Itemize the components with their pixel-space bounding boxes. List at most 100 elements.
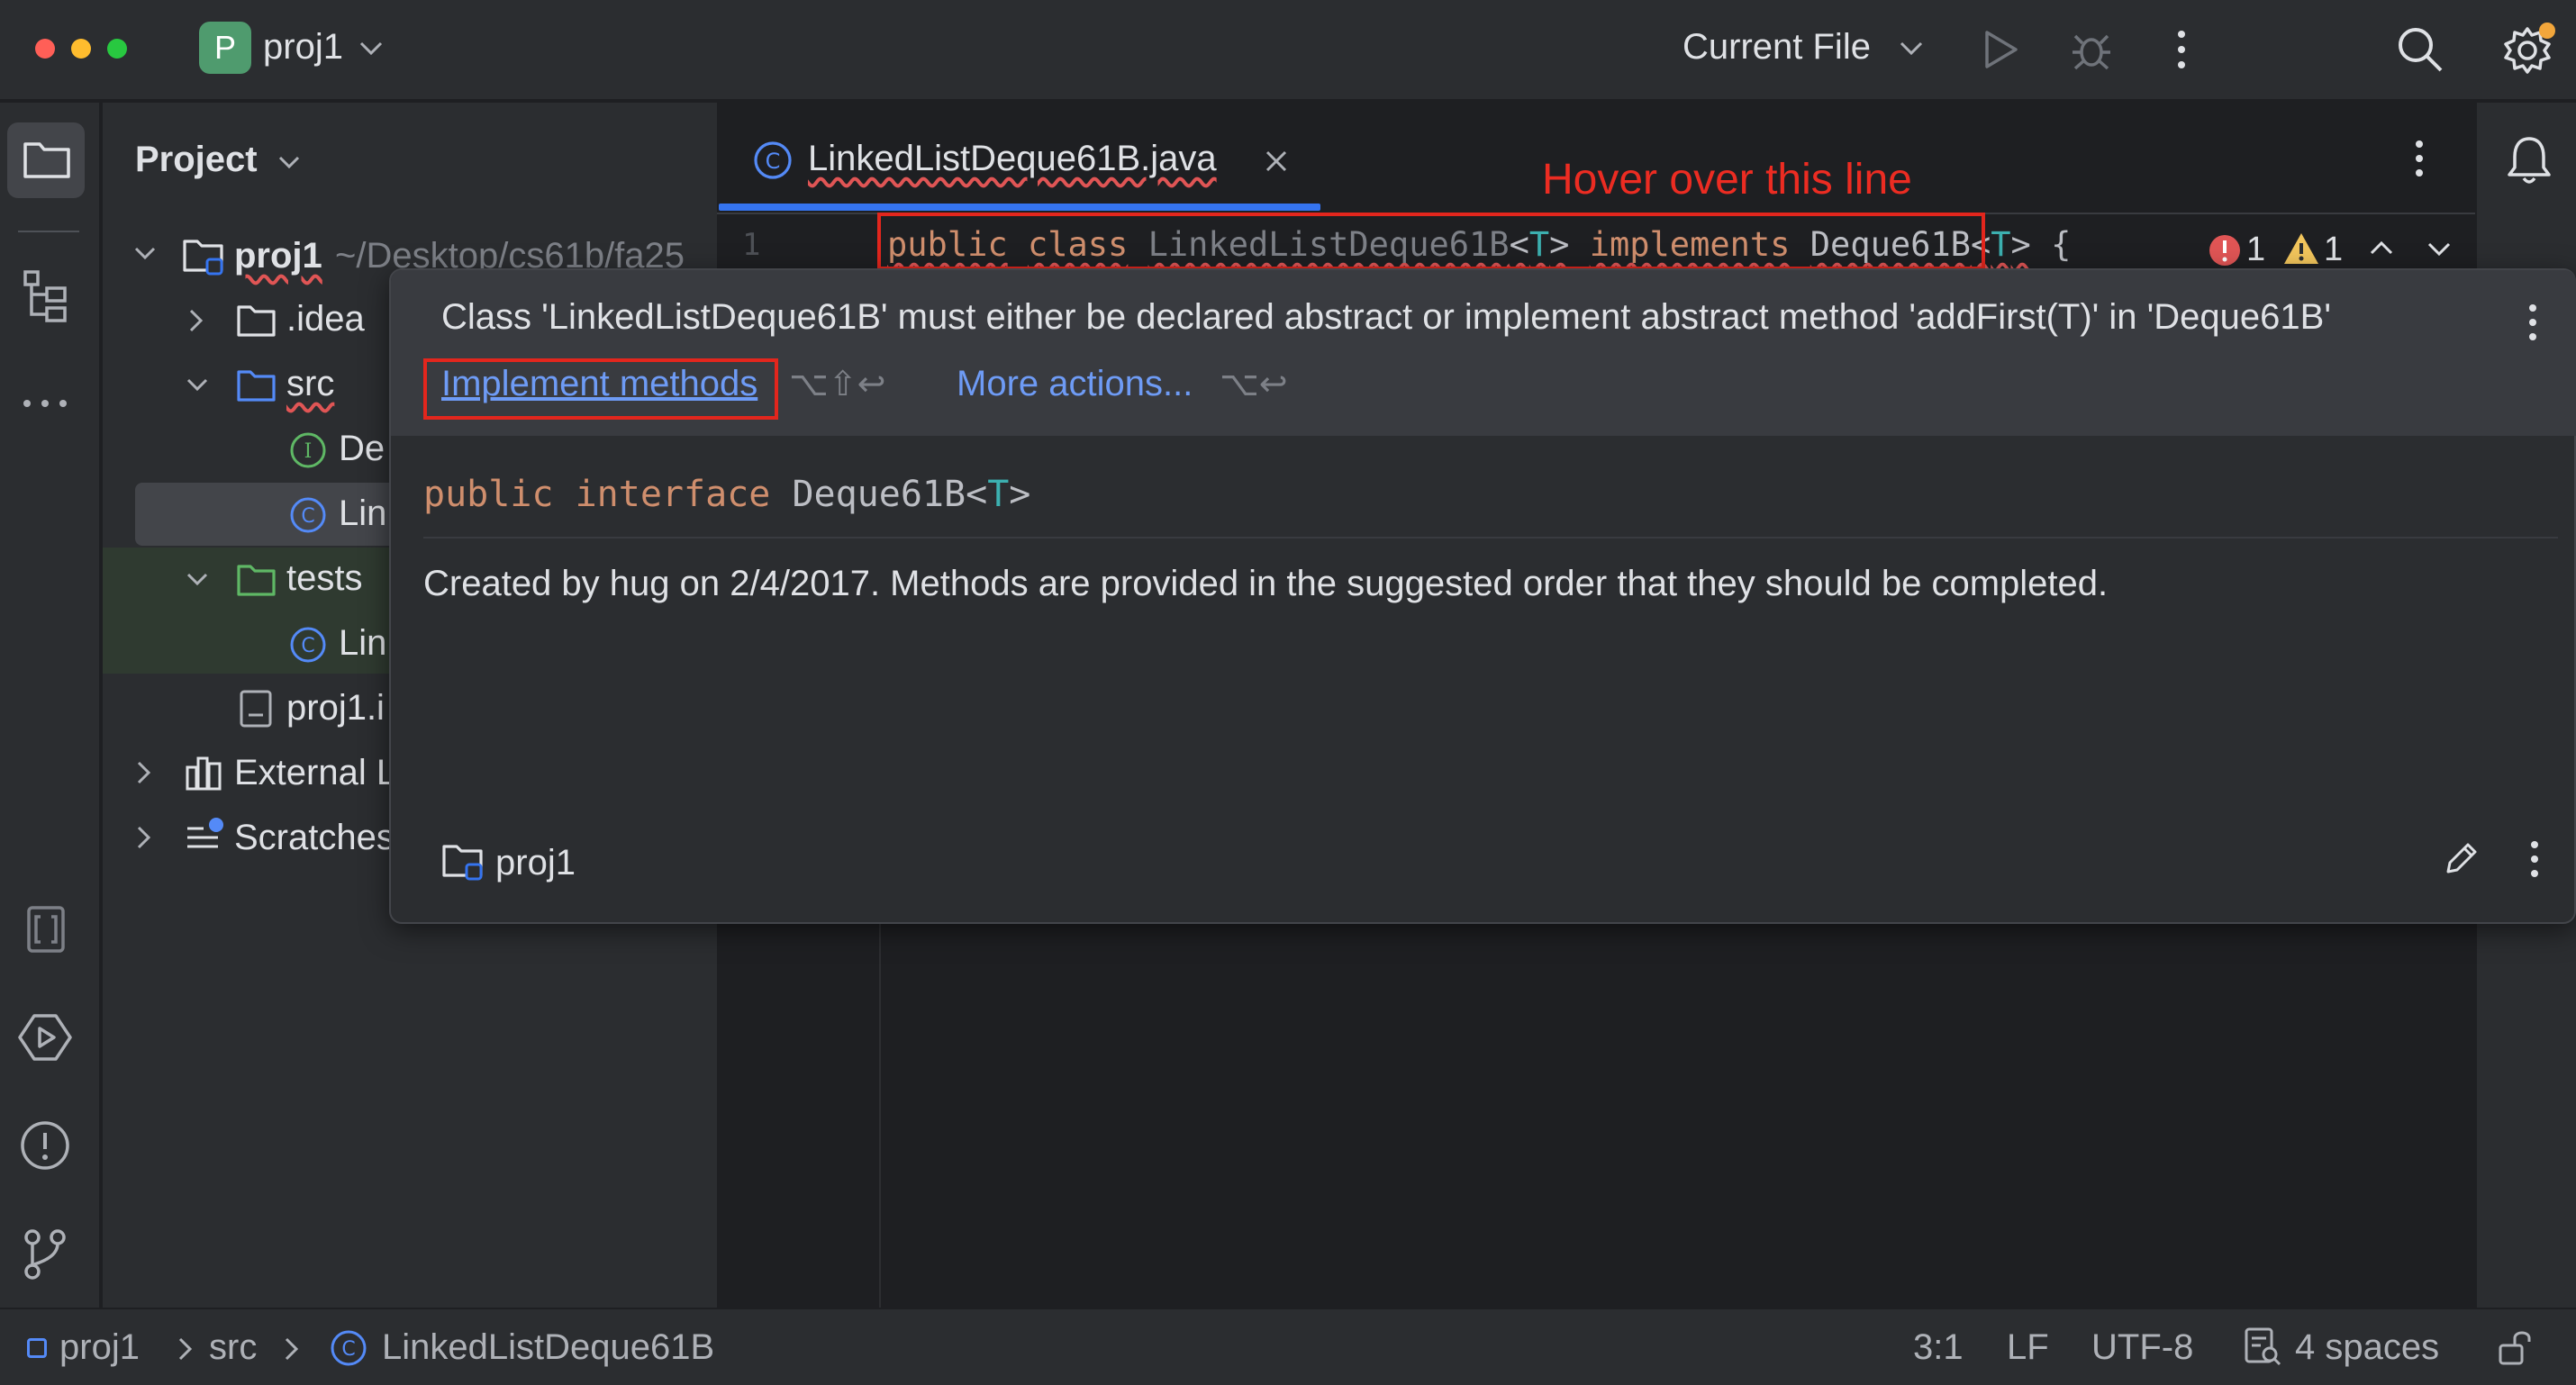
chevron-right-icon[interactable]	[135, 825, 153, 850]
more-vert-icon[interactable]	[2527, 837, 2542, 881]
tree-item-linkedlistdeque61b-test[interactable]: Lin	[339, 623, 386, 664]
project-badge[interactable]: P	[199, 22, 251, 74]
project-switcher[interactable]: proj1	[263, 27, 343, 68]
tree-item-scratches[interactable]: Scratches	[234, 818, 395, 858]
more-actions-shortcut: ⌥↩	[1220, 366, 1288, 403]
annotation-box-implement	[423, 358, 778, 420]
error-icon[interactable]	[2207, 232, 2243, 268]
generic-open: <	[966, 474, 988, 515]
folder-icon[interactable]	[22, 137, 72, 182]
test-folder-icon	[237, 565, 276, 596]
interface-icon: I	[290, 432, 326, 468]
error-count[interactable]: 1	[2246, 231, 2265, 269]
editor-tab-linkedlistdeque61b[interactable]: LinkedListDeque61B.java	[808, 139, 1217, 179]
generic-close: >	[2010, 225, 2031, 264]
chevron-down-icon[interactable]	[186, 376, 209, 394]
tree-item-src[interactable]: src	[286, 364, 334, 404]
run-config-selector[interactable]: Current File	[1683, 27, 1871, 68]
git-branch-icon[interactable]	[22, 1227, 68, 1282]
module-file-icon	[240, 690, 272, 728]
settings-gear-icon[interactable]	[2502, 22, 2558, 77]
maximize-window-button[interactable]	[107, 39, 127, 59]
unlock-icon[interactable]	[2497, 1327, 2538, 1367]
type-param: T	[987, 474, 1010, 515]
close-tab-icon[interactable]	[1263, 148, 1290, 175]
tree-item-proj1-iml[interactable]: proj1.i	[286, 688, 385, 729]
close-window-button[interactable]	[35, 39, 55, 59]
more-vert-icon[interactable]	[2526, 301, 2540, 344]
class-icon: C	[290, 497, 326, 533]
file-encoding[interactable]: UTF-8	[2091, 1327, 2193, 1368]
tool-divider	[18, 231, 79, 232]
chevron-down-icon[interactable]	[186, 571, 209, 589]
notifications-bell-icon[interactable]	[2504, 133, 2554, 187]
more-vert-icon[interactable]	[2174, 27, 2189, 72]
tree-item-linkedlistdeque61b[interactable]: Lin	[339, 493, 386, 534]
problem-message: Class 'LinkedListDeque61B' must either b…	[441, 297, 2331, 337]
services-run-icon[interactable]	[16, 1010, 74, 1064]
bookmarks-bracket-icon[interactable]	[25, 904, 67, 955]
more-vert-icon[interactable]	[2412, 137, 2426, 180]
breadcrumb-class[interactable]: LinkedListDeque61B	[382, 1327, 714, 1368]
chevron-right-icon[interactable]	[187, 308, 205, 333]
class-icon: C	[754, 141, 792, 179]
chevron-right-icon	[285, 1337, 299, 1361]
popup-doc-text: Created by hug on 2/4/2017. Methods are …	[423, 564, 2109, 603]
chevron-down-icon[interactable]	[1899, 40, 1924, 58]
library-icon	[186, 756, 222, 791]
chevron-right-icon	[178, 1337, 193, 1361]
popup-divider	[423, 537, 2558, 539]
chevron-right-icon[interactable]	[135, 760, 153, 785]
search-icon[interactable]	[2396, 25, 2444, 74]
structure-icon[interactable]	[22, 268, 68, 324]
class-icon: C	[331, 1330, 367, 1366]
source-folder-icon	[237, 370, 276, 402]
more-actions-link[interactable]: More actions...	[957, 364, 1193, 404]
interface-name: Deque61B	[792, 474, 966, 515]
indent-settings-icon	[2245, 1327, 2281, 1366]
svg-text:C: C	[301, 505, 314, 528]
line-separator[interactable]: LF	[2007, 1327, 2049, 1368]
popup-declaration: public interface Deque61B<T>	[423, 474, 1030, 515]
popup-location[interactable]: proj1	[495, 843, 576, 883]
svg-text:C: C	[301, 635, 314, 657]
svg-text:C: C	[341, 1338, 355, 1361]
chevron-up-icon[interactable]	[2369, 240, 2394, 256]
debug-icon[interactable]	[2070, 27, 2113, 72]
tree-item-external-libraries[interactable]: External L	[234, 753, 396, 793]
chevron-down-icon[interactable]	[133, 245, 157, 263]
generic-close: >	[1009, 474, 1031, 515]
active-tab-indicator	[719, 204, 1320, 211]
problems-icon[interactable]	[18, 1118, 72, 1172]
line-number: 1	[742, 227, 761, 263]
chevron-down-icon[interactable]	[358, 40, 384, 58]
annotation-box-code-line	[877, 213, 1985, 270]
run-icon[interactable]	[1982, 29, 2019, 70]
minimize-window-button[interactable]	[71, 39, 91, 59]
title-bar	[0, 0, 2576, 101]
module-folder-icon	[442, 845, 483, 881]
tree-item-proj1[interactable]: proj1	[234, 236, 322, 276]
more-horiz-icon[interactable]	[20, 396, 70, 411]
implement-shortcut: ⌥⇧↩	[789, 366, 886, 403]
project-panel-title[interactable]: Project	[135, 140, 258, 180]
module-icon	[27, 1338, 47, 1358]
caret-position[interactable]: 3:1	[1913, 1327, 1964, 1368]
module-folder-icon	[183, 240, 223, 276]
type-param: T	[1991, 225, 2011, 264]
tree-item-deque61b[interactable]: De	[339, 429, 385, 469]
chevron-down-icon[interactable]	[277, 155, 301, 171]
keyword-public: public	[423, 474, 554, 515]
breadcrumb-proj1[interactable]: proj1	[59, 1327, 140, 1368]
breadcrumb-src[interactable]: src	[209, 1327, 257, 1368]
indent-setting[interactable]: 4 spaces	[2295, 1327, 2439, 1368]
open-brace: {	[2051, 225, 2072, 264]
tree-item-idea[interactable]: .idea	[286, 299, 365, 339]
warning-count[interactable]: 1	[2324, 231, 2343, 269]
svg-text:C: C	[766, 149, 781, 174]
svg-text:I: I	[304, 440, 313, 463]
chevron-down-icon[interactable]	[2426, 241, 2452, 258]
edit-pencil-icon[interactable]	[2443, 839, 2481, 877]
tree-item-tests[interactable]: tests	[286, 558, 362, 599]
warning-icon[interactable]	[2282, 231, 2320, 267]
